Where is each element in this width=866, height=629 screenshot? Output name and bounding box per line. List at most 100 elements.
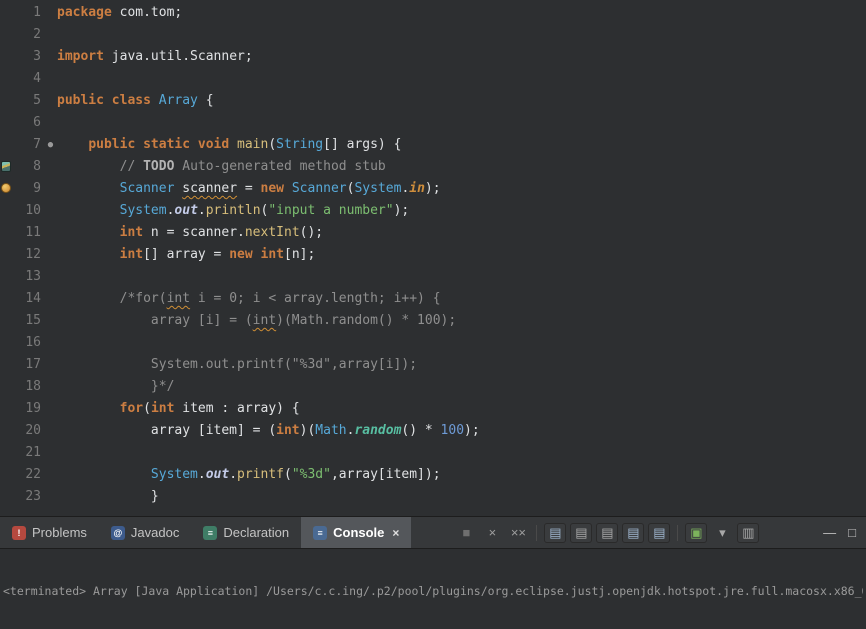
line-number: 18 — [25, 379, 41, 394]
fold-marker-icon — [44, 398, 57, 420]
tab-close-icon[interactable]: × — [392, 526, 399, 540]
code-line[interactable]: 8 // TODO Auto-generated method stub — [0, 156, 866, 178]
code-line[interactable]: 11 int n = scanner.nextInt(); — [0, 222, 866, 244]
word-wrap-icon[interactable]: ▤ — [596, 522, 619, 543]
fold-marker-icon — [44, 266, 57, 288]
maximize-icon[interactable]: □ — [848, 525, 856, 540]
annotation-ruler-cell — [0, 354, 14, 376]
tab-javadoc[interactable]: @ Javadoc — [99, 517, 191, 548]
line-number: 11 — [25, 225, 41, 240]
line-number: 3 — [33, 49, 41, 64]
fold-marker-icon — [44, 244, 57, 266]
code-text: package com.tom; — [57, 5, 183, 20]
line-number: 12 — [25, 247, 41, 262]
annotation-ruler-cell — [0, 112, 14, 134]
code-line[interactable]: 5 public class Array { — [0, 90, 866, 112]
code-editor[interactable]: 1 package com.tom; 2 3 import java.util.Scan… — [0, 0, 866, 516]
show-console-on-output-icon[interactable]: ▤ — [648, 522, 671, 543]
code-line[interactable]: 6 — [0, 112, 866, 134]
code-line[interactable]: 3 import java.util.Scanner; — [0, 46, 866, 68]
code-text: }*/ — [150, 379, 175, 394]
scroll-lock-icon[interactable]: ▤ — [570, 522, 593, 543]
annotation-ruler-cell — [0, 222, 14, 244]
toolbar-separator — [677, 524, 679, 541]
fold-marker-icon — [44, 68, 57, 90]
tab-problems[interactable]: ! Problems — [0, 517, 99, 548]
tab-label: Console — [333, 525, 385, 540]
code-line[interactable]: 17 System.out.printf("%3d",array[i]); — [0, 354, 866, 376]
open-console-dropdown-icon[interactable]: ▾ — [711, 523, 733, 543]
line-number: 2 — [33, 27, 41, 42]
code-line[interactable]: 1 package com.tom; — [0, 2, 866, 24]
line-number: 5 — [33, 93, 41, 108]
open-console-icon[interactable]: ▣ — [685, 522, 708, 543]
code-line[interactable]: 23 } — [0, 486, 866, 508]
fold-marker-icon — [44, 112, 57, 134]
code-text: array [item] = (int)(Math.random() * 100… — [57, 423, 480, 438]
tab-label: Javadoc — [130, 525, 180, 540]
fold-marker-icon[interactable]: ● — [44, 134, 57, 156]
fold-marker-icon — [44, 90, 57, 112]
task-marker-icon[interactable] — [1, 161, 11, 172]
code-line[interactable]: 7 ● public static void main(String[] args… — [0, 134, 866, 156]
line-number: 9 — [33, 181, 41, 196]
console-header: <terminated> Array [Java Application] /U… — [3, 584, 863, 598]
code-line[interactable]: 10 System.out.println("input a number"); — [0, 200, 866, 222]
code-line[interactable]: 21 — [0, 442, 866, 464]
annotation-ruler-cell — [0, 376, 14, 398]
annotation-ruler-cell — [0, 200, 14, 222]
code-line[interactable]: 13 — [0, 266, 866, 288]
annotation-ruler-cell — [0, 46, 14, 68]
code-line[interactable]: 14 /*for(int i = 0; i < array.length; i+… — [0, 288, 866, 310]
view-window-controls: — □ — [823, 517, 866, 548]
code-line[interactable]: 18 }*/ — [0, 376, 866, 398]
code-line[interactable]: 2 — [0, 24, 866, 46]
code-line[interactable]: 19 for(int item : array) { — [0, 398, 866, 420]
fold-marker-icon — [44, 178, 57, 200]
declaration-icon: ≡ — [203, 525, 218, 540]
fold-marker-icon — [44, 46, 57, 68]
console-view[interactable]: <terminated> Array [Java Application] /U… — [0, 549, 866, 628]
code-line[interactable]: 20 array [item] = (int)(Math.random() * … — [0, 420, 866, 442]
display-selected-console-icon[interactable]: ▥ — [737, 522, 760, 543]
tab-console[interactable]: ≡ Console × — [301, 517, 412, 548]
minimize-icon[interactable]: — — [823, 525, 836, 540]
clear-console-icon[interactable]: ▤ — [544, 522, 567, 543]
annotation-ruler-cell — [0, 266, 14, 288]
annotation-ruler-cell — [0, 134, 14, 156]
annotation-ruler-cell — [0, 68, 14, 90]
code-text: // TODO Auto-generated method stub — [119, 159, 386, 174]
code-text: int[] array = new int[n]; — [119, 247, 316, 262]
toolbar-separator — [536, 524, 538, 541]
line-number: 6 — [33, 115, 41, 130]
code-line[interactable]: 4 — [0, 68, 866, 90]
line-number: 1 — [33, 5, 41, 20]
remove-launch-icon[interactable]: × — [481, 523, 503, 543]
terminate-icon[interactable]: ■ — [455, 523, 477, 543]
bottom-view-tabbar: ! Problems @ Javadoc ≡ Declaration ≡ Console × ■… — [0, 516, 866, 549]
fold-marker-icon — [44, 442, 57, 464]
quickfix-bulb-icon[interactable] — [1, 183, 11, 193]
pin-console-icon[interactable]: ▤ — [622, 522, 645, 543]
code-line[interactable]: 16 — [0, 332, 866, 354]
fold-marker-icon — [44, 222, 57, 244]
tab-declaration[interactable]: ≡ Declaration — [191, 517, 301, 548]
code-line[interactable]: 22 System.out.printf("%3d",array[item]); — [0, 464, 866, 486]
code-text: Scanner scanner = new Scanner(System.in)… — [119, 181, 441, 196]
annotation-ruler-cell — [0, 486, 14, 508]
fold-marker-icon — [44, 464, 57, 486]
code-text: System.out.println("input a number"); — [119, 203, 410, 218]
remove-all-launches-icon[interactable]: ×× — [507, 523, 529, 543]
annotation-ruler-cell — [0, 24, 14, 46]
code-line[interactable]: 15 array [i] = (int)(Math.random() * 100… — [0, 310, 866, 332]
code-text: } — [57, 489, 159, 504]
annotation-ruler-cell — [0, 464, 14, 486]
annotation-ruler-cell — [0, 420, 14, 442]
code-line[interactable]: 12 int[] array = new int[n]; — [0, 244, 866, 266]
code-line[interactable]: 9 Scanner scanner = new Scanner(System.i… — [0, 178, 866, 200]
tab-label: Problems — [32, 525, 87, 540]
